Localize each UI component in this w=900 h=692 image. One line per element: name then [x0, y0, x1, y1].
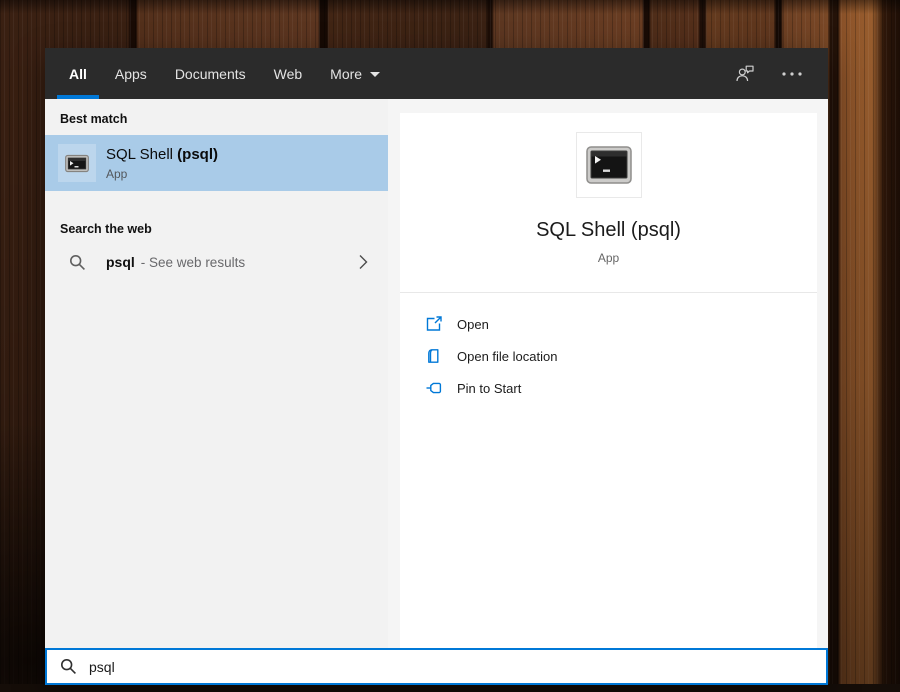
result-type: App: [106, 166, 128, 181]
detail-app-type: App: [597, 251, 620, 265]
web-result-item[interactable]: psql - See web results: [45, 240, 388, 284]
detail-panel: SQL Shell (psql) App Open Open file loca…: [388, 99, 828, 648]
tab-all[interactable]: All: [57, 48, 99, 99]
search-header: All Apps Documents Web More: [45, 48, 828, 99]
tab-more[interactable]: More: [318, 48, 392, 99]
windows-search-flyout: All Apps Documents Web More Best match S…: [45, 48, 828, 685]
chevron-right-icon[interactable]: [359, 254, 368, 270]
search-icon: [58, 254, 96, 271]
search-web-heading: Search the web: [60, 222, 152, 236]
terminal-icon: [575, 132, 642, 198]
best-match-text: SQL Shell (psql) App: [106, 146, 218, 181]
search-input[interactable]: [87, 657, 826, 676]
folder-icon: [425, 348, 442, 364]
ellipsis-icon[interactable]: [782, 71, 802, 76]
feedback-icon[interactable]: [736, 65, 754, 82]
result-title: SQL Shell (psql): [106, 145, 218, 163]
search-icon: [60, 658, 77, 675]
action-open-label: Open: [457, 316, 489, 332]
open-icon: [425, 316, 442, 332]
action-pin-to-start-label: Pin to Start: [457, 380, 522, 396]
header-spacer: [396, 48, 736, 99]
detail-actions: Open Open file location Pin to Start: [400, 293, 817, 404]
pin-icon: [425, 380, 442, 396]
action-open-file-location-label: Open file location: [457, 348, 558, 364]
best-match-heading: Best match: [60, 112, 128, 126]
tab-documents[interactable]: Documents: [163, 48, 258, 99]
tab-web[interactable]: Web: [262, 48, 315, 99]
action-open[interactable]: Open: [425, 308, 817, 340]
chevron-down-icon: [370, 72, 381, 77]
action-open-file-location[interactable]: Open file location: [425, 340, 817, 372]
action-pin-to-start[interactable]: Pin to Start: [425, 372, 817, 404]
web-result-text: psql - See web results: [106, 254, 246, 270]
terminal-icon: [58, 144, 96, 182]
search-body: Best match SQL Shell (psql) App Search t…: [45, 99, 828, 648]
results-panel: Best match SQL Shell (psql) App Search t…: [45, 99, 388, 648]
taskbar-edge: [0, 684, 900, 692]
search-tabs: All Apps Documents Web More: [57, 48, 396, 99]
best-match-item[interactable]: SQL Shell (psql) App: [45, 135, 388, 191]
detail-card: SQL Shell (psql) App Open Open file loca…: [400, 113, 817, 648]
tab-more-label: More: [330, 65, 363, 82]
tab-apps[interactable]: Apps: [103, 48, 159, 99]
header-icons: [736, 48, 802, 99]
search-bar: [45, 648, 828, 685]
detail-app-title: SQL Shell (psql): [536, 219, 681, 241]
